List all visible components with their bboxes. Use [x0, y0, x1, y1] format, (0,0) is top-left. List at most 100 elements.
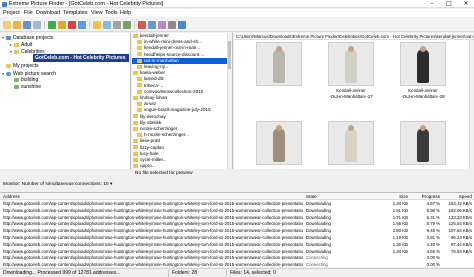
toolbar-separator [44, 21, 45, 29]
save-icon[interactable] [23, 21, 31, 29]
thumbnail-image [328, 42, 374, 86]
thumbnail-image [256, 121, 302, 165]
column-progress[interactable]: Progress [414, 193, 440, 200]
status-separator [226, 270, 227, 277]
list-icon[interactable] [113, 21, 121, 29]
status-bar: Downloading... Processed 999 of 12781 ad… [0, 268, 474, 277]
move-icon[interactable] [158, 21, 166, 29]
tree-item-sunshine[interactable]: sunshine [10, 84, 41, 91]
table-row[interactable]: http://www.gotceleb.com/wp-content/uploa… [0, 261, 474, 267]
status-files: Files: 14, selected: 0 [230, 270, 276, 276]
tree-item-building[interactable]: building [10, 77, 38, 84]
folder-label: nicole-scherzinger [140, 126, 178, 131]
folder-label: vogue-brazil-magazine-july-2015 [144, 107, 211, 113]
menu-file[interactable]: File [24, 10, 33, 16]
tree-item-adult[interactable]: ▸ Adult [10, 41, 32, 48]
folder-label: leaving-ny... [144, 64, 169, 69]
menu-help[interactable]: Help [120, 10, 131, 16]
folder-label: lamed-dlz [144, 76, 164, 82]
column-address[interactable]: Address [3, 193, 303, 200]
menu-download[interactable]: Download [36, 10, 60, 16]
connections-select[interactable]: 10 [103, 182, 108, 187]
stop-icon[interactable] [68, 21, 76, 29]
open-icon[interactable] [13, 21, 21, 29]
viewer-scrollbar[interactable] [469, 40, 474, 169]
delete-icon[interactable] [138, 21, 146, 29]
folder-icon [133, 114, 138, 119]
menu-templates[interactable]: Templates [63, 10, 88, 16]
folder-icon [133, 120, 138, 125]
folder-scrollbar[interactable] [227, 33, 232, 169]
folder-icon [137, 52, 142, 57]
refresh-icon[interactable] [78, 21, 86, 29]
folder-icon [133, 126, 138, 131]
folder-label: cycle-miller... [140, 157, 167, 162]
folder-tree: kendall-jenner in-white-mini-dress-and-s… [132, 33, 233, 169]
folder-icon [133, 157, 138, 162]
menu-view[interactable]: View [91, 10, 103, 16]
copy-icon[interactable] [148, 21, 156, 29]
folder-label: at-wiz [144, 101, 156, 107]
menu-tools[interactable]: Tools [105, 10, 118, 16]
start-icon[interactable] [48, 21, 56, 29]
tree-item-my-projects[interactable]: My projects [2, 63, 39, 70]
view-icon[interactable] [103, 21, 111, 29]
monitor-bar: Monitor: Number of simultaneous connecti… [0, 181, 474, 189]
search-icon [14, 77, 19, 82]
folder-icon [137, 64, 142, 69]
monitor-label: Monitor: Number of simultaneous connecti… [3, 182, 102, 187]
thumbnail-viewer: C:\Users\Marcus\Downloads\Extreme Pictur… [234, 33, 474, 169]
folder-label: lizzy-caplan [140, 144, 164, 150]
maximize-button[interactable]: □ [441, 0, 457, 8]
column-speed[interactable]: Speed [440, 193, 472, 200]
folder-icon [14, 49, 19, 54]
properties-icon[interactable] [33, 21, 41, 29]
folder-item[interactable]: uppro... [132, 163, 232, 169]
path-bar: C:\Users\Marcus\Downloads\Extreme Pictur… [234, 33, 474, 40]
thumbnail-image [400, 121, 446, 165]
thumbnail-image [328, 121, 374, 165]
preview-status: No file selected for preview [135, 171, 193, 176]
settings-icon[interactable] [168, 21, 176, 29]
tree-item-database-projects[interactable]: ▾ Database projects [2, 34, 53, 41]
menu-bar: Project File Download Templates View Too… [0, 9, 474, 17]
column-size[interactable]: Size [366, 193, 408, 200]
folder-icon [133, 95, 138, 100]
thumbnail-image [400, 42, 446, 86]
chevron-down-icon[interactable]: ▾ [110, 182, 112, 187]
pause-icon[interactable] [58, 21, 66, 29]
project-banner[interactable]: GotCeleb.com - Hot Celebrity Pictures [33, 54, 129, 62]
minimize-button[interactable]: – [424, 0, 440, 8]
help-icon[interactable] [178, 21, 186, 29]
folder-icon [6, 63, 11, 68]
folder-label: tribeca-... [144, 82, 164, 88]
folder-label: lily-obelisk [140, 119, 162, 125]
column-state[interactable]: State [306, 193, 366, 200]
folder-icon [133, 33, 138, 38]
folder-icon [133, 163, 138, 168]
folder-icon [137, 108, 142, 113]
thumbnails-icon[interactable] [123, 21, 131, 29]
thumbnail-caption: Kendall-Jenner [408, 88, 438, 93]
folder-icon [133, 151, 138, 156]
folder-icon[interactable] [93, 21, 101, 29]
folder-icon [133, 70, 138, 75]
tree-item-web-picture-search[interactable]: ▾ Web picture search [2, 70, 56, 77]
folder-label: in-white-mini-dress-and-sh... [144, 39, 202, 45]
app-icon [2, 1, 7, 7]
scrollbar-thumb[interactable] [228, 41, 231, 69]
folder-icon [137, 83, 142, 88]
tree-item-label: sunshine [21, 84, 42, 90]
toolbar-separator [89, 21, 90, 29]
folder-icon [137, 39, 142, 44]
tree-item-label: building [21, 77, 39, 83]
project-tree: ▾ Database projects ▸ Adult ▾ Celebrities G… [0, 33, 131, 169]
folder-icon [137, 101, 142, 106]
tree-item-label: My projects [13, 63, 39, 69]
close-button[interactable]: ✕ [458, 0, 474, 8]
new-project-icon[interactable] [3, 21, 11, 29]
toolbar-separator [134, 21, 135, 29]
thumbnail-caption: Kendall-Jenner [336, 88, 366, 93]
address-cell: http://www.gotceleb.com/wp-content/uploa… [3, 262, 303, 267]
menu-project[interactable]: Project [3, 10, 20, 16]
